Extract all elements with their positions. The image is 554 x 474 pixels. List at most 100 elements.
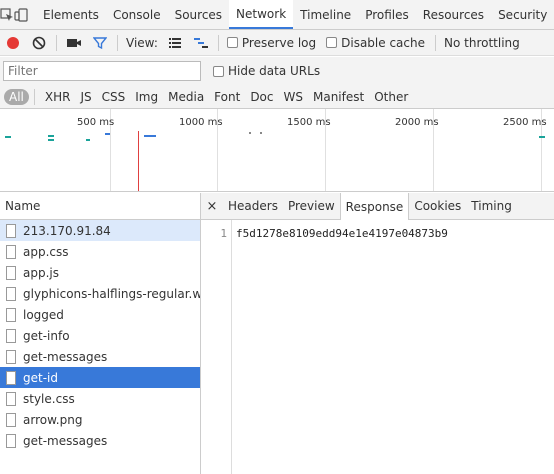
type-filter-xhr[interactable]: XHR [40, 90, 76, 104]
type-filter-css[interactable]: CSS [97, 90, 131, 104]
tab-sources[interactable]: Sources [168, 0, 229, 29]
list-item[interactable]: app.js [0, 262, 200, 283]
request-name: logged [23, 307, 64, 322]
request-bar [86, 139, 90, 141]
tab-resources[interactable]: Resources [416, 0, 491, 29]
filter-input[interactable] [3, 61, 201, 81]
tab-profiles[interactable]: Profiles [358, 0, 416, 29]
tab-console[interactable]: Console [106, 0, 168, 29]
type-filter-all[interactable]: All [4, 88, 29, 105]
type-filter-font[interactable]: Font [209, 90, 245, 104]
video-camera-icon [67, 38, 81, 47]
response-viewer[interactable]: 1 f5d1278e8109edd94e1e4197e04873b9 [201, 220, 554, 474]
hide-data-urls-checkbox[interactable]: Hide data URLs [209, 64, 320, 78]
filter-toggle-button[interactable] [87, 31, 113, 55]
checkbox-box[interactable] [213, 65, 224, 77]
time-label: 2500 ms [503, 117, 547, 128]
checkbox-box[interactable] [326, 37, 338, 48]
tab-cookies[interactable]: Cookies [409, 193, 466, 219]
request-detail-pane: × Headers Preview Response Cookies Timin… [201, 193, 554, 474]
list-item[interactable]: app.css [0, 241, 200, 262]
list-item[interactable]: 213.170.91.84 [0, 220, 200, 241]
list-item[interactable]: style.css [0, 388, 200, 409]
list-item-selected[interactable]: get-id [0, 367, 200, 388]
list-item[interactable]: get-messages [0, 430, 200, 451]
file-icon [6, 265, 16, 280]
view-label: View: [126, 35, 158, 50]
capture-screenshots-button[interactable] [61, 31, 87, 55]
tab-timing[interactable]: Timing [466, 193, 517, 219]
request-name: get-info [23, 328, 70, 343]
time-label: 500 ms [77, 117, 115, 128]
record-icon [7, 36, 19, 49]
file-icon [6, 244, 16, 259]
type-filter-js[interactable]: JS [75, 90, 96, 104]
request-name: app.js [23, 265, 59, 280]
record-button[interactable] [0, 31, 26, 55]
devtools-tab-bar: Elements Console Sources Network Timelin… [0, 0, 554, 30]
response-body[interactable]: f5d1278e8109edd94e1e4197e04873b9 [232, 220, 448, 474]
type-filter-img[interactable]: Img [130, 90, 163, 104]
tab-elements[interactable]: Elements [36, 0, 106, 29]
file-icon [6, 223, 16, 238]
inspect-element-icon[interactable] [0, 0, 14, 29]
list-item[interactable]: glyphicons-halflings-regular.woff2 [0, 283, 200, 304]
request-bar [5, 136, 11, 138]
waterfall-icon [193, 37, 208, 48]
toolbar-divider [217, 34, 219, 51]
request-bar [144, 135, 156, 137]
list-item[interactable]: arrow.png [0, 409, 200, 430]
checkbox-box[interactable] [226, 37, 238, 48]
type-filter-manifest[interactable]: Manifest [308, 90, 369, 104]
file-icon [6, 433, 16, 448]
tab-response[interactable]: Response [339, 193, 410, 220]
network-overview[interactable]: 500 ms 1000 ms 1500 ms 2000 ms 2500 ms [0, 109, 554, 192]
request-bar [48, 139, 54, 141]
time-label: 1000 ms [179, 117, 223, 128]
request-name: app.css [23, 244, 69, 259]
detail-tab-bar: × Headers Preview Response Cookies Timin… [201, 193, 554, 220]
file-icon [6, 349, 16, 364]
request-name: get-messages [23, 433, 108, 448]
close-icon[interactable]: × [201, 193, 223, 219]
list-item[interactable]: logged [0, 304, 200, 325]
clear-button[interactable] [26, 31, 52, 55]
tab-timeline[interactable]: Timeline [293, 0, 358, 29]
file-icon [6, 307, 16, 322]
network-toolbar: View: Preserve log Disable cache No thro… [0, 30, 554, 56]
resource-type-filters: All XHR JS CSS Img Media Font Doc WS Man… [0, 85, 554, 109]
tab-headers[interactable]: Headers [223, 193, 283, 219]
overview-toggle-button[interactable] [188, 31, 214, 55]
file-icon [6, 370, 16, 385]
device-mode-icon[interactable] [14, 0, 28, 29]
request-name: 213.170.91.84 [23, 223, 111, 238]
tab-network[interactable]: Network [229, 0, 294, 29]
type-filter-doc[interactable]: Doc [245, 90, 278, 104]
request-bar [260, 132, 262, 134]
tab-security[interactable]: Security [491, 0, 554, 29]
clear-icon [32, 36, 46, 49]
list-item[interactable]: get-messages [0, 346, 200, 367]
large-rows-button[interactable] [162, 31, 188, 55]
name-column-header[interactable]: Name [0, 193, 200, 220]
throttling-select[interactable]: No throttling [440, 36, 524, 50]
tab-preview[interactable]: Preview [283, 193, 340, 219]
toolbar-divider [33, 88, 35, 105]
preserve-log-checkbox[interactable]: Preserve log [223, 36, 316, 50]
type-filter-other[interactable]: Other [369, 90, 413, 104]
load-event-marker [138, 131, 139, 191]
disable-cache-checkbox[interactable]: Disable cache [322, 36, 425, 50]
filter-bar: Hide data URLs [0, 57, 554, 85]
request-name: get-messages [23, 349, 108, 364]
request-bar [539, 136, 545, 138]
type-filter-media[interactable]: Media [163, 90, 209, 104]
request-bar [105, 133, 110, 135]
file-icon [6, 328, 16, 343]
preserve-log-label: Preserve log [241, 35, 317, 50]
file-icon [6, 412, 16, 427]
time-label: 1500 ms [287, 117, 331, 128]
line-number: 1 [201, 220, 232, 474]
request-name: get-id [23, 370, 58, 385]
list-item[interactable]: get-info [0, 325, 200, 346]
type-filter-ws[interactable]: WS [279, 90, 308, 104]
